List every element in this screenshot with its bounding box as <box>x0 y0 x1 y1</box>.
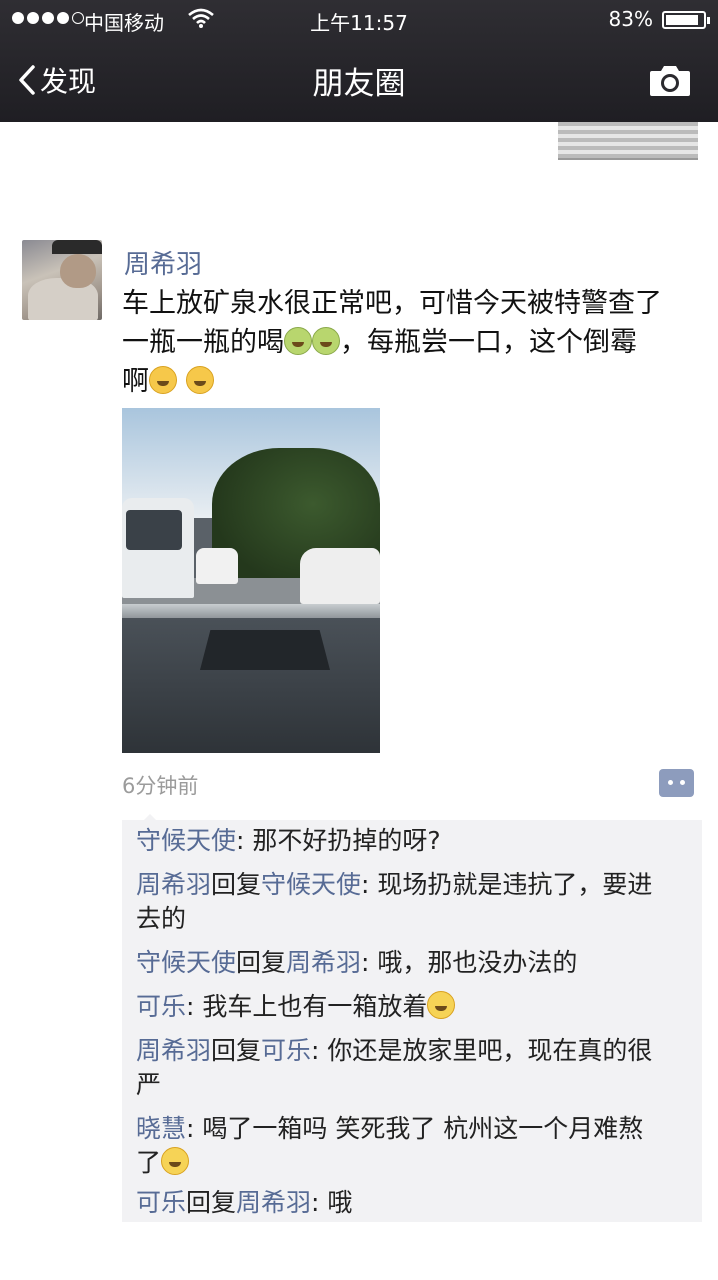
comment-text: : 那不好扔掉的呀? <box>236 826 441 855</box>
comment-author[interactable]: 可乐 <box>136 992 186 1021</box>
reply-target[interactable]: 周希羽 <box>236 1188 311 1217</box>
page-title: 朋友圈 <box>312 66 406 102</box>
reply-word: 回复 <box>236 948 287 977</box>
reply-target[interactable]: 周希羽 <box>286 948 361 977</box>
comment-text-continued: 了 <box>136 1148 162 1177</box>
grinning-emoji-icon <box>427 991 456 1019</box>
comment-text: : 我车上也有一箱放着 <box>186 992 428 1021</box>
reply-target[interactable]: 可乐 <box>261 1036 311 1065</box>
comment-row[interactable]: 守候天使: 那不好扔掉的呀? <box>136 824 692 858</box>
comment-row[interactable]: 可乐: 我车上也有一箱放着 <box>136 990 692 1024</box>
reply-target[interactable]: 守候天使 <box>261 870 361 899</box>
post-text-line: 一瓶一瓶的喝 ，每瓶尝一口，这个倒霉 <box>122 323 702 362</box>
post-text-fragment: 啊 <box>122 366 149 397</box>
status-bar: 中国移动 上午11:57 83% <box>0 6 718 35</box>
comment-text: : 喝了一箱吗 笑死我了 杭州这一个月难熬 <box>186 1114 644 1143</box>
comment-author[interactable]: 守候天使 <box>136 826 236 855</box>
comment-menu-button[interactable] <box>659 769 694 797</box>
post-author[interactable]: 周希羽 <box>124 244 202 281</box>
comment-author[interactable]: 周希羽 <box>136 870 211 899</box>
grinning-emoji-icon <box>161 1147 190 1175</box>
reply-word: 回复 <box>211 870 262 899</box>
comment-text: : 哦，那也没办法的 <box>361 948 578 977</box>
comment-row[interactable]: 周希羽回复可乐: 你还是放家里吧，现在真的很严 <box>136 1034 692 1102</box>
comment-author[interactable]: 可乐 <box>136 1188 186 1217</box>
comment-text-continued: 严 <box>136 1070 162 1099</box>
post-text-line: 啊 <box>122 362 702 401</box>
avatar[interactable] <box>22 240 102 320</box>
comment-author[interactable]: 守候天使 <box>136 948 236 977</box>
comment-text: : 你还是放家里吧，现在真的很 <box>311 1036 653 1065</box>
comment-text: : 现场扔就是违抗了，要进 <box>361 870 653 899</box>
reply-word: 回复 <box>211 1036 262 1065</box>
laughing-emoji-icon <box>149 366 177 394</box>
sick-face-emoji-icon <box>312 327 340 355</box>
navigation-bar: 发现 朋友圈 <box>0 56 718 106</box>
previous-post-image[interactable] <box>558 122 698 160</box>
comment-author[interactable]: 周希羽 <box>136 1036 211 1065</box>
camera-icon[interactable] <box>648 62 692 98</box>
sick-face-emoji-icon <box>284 327 312 355</box>
comment-row[interactable]: 守候天使回复周希羽: 哦，那也没办法的 <box>136 946 692 980</box>
comment-text: : 哦 <box>311 1188 353 1217</box>
post-text: 车上放矿泉水很正常吧，可惜今天被特警查了 一瓶一瓶的喝 ，每瓶尝一口，这个倒霉 啊 <box>122 284 702 401</box>
comment-row[interactable]: 周希羽回复守候天使: 现场扔就是违抗了，要进去的 <box>136 868 692 936</box>
comment-row[interactable]: 晓慧: 喝了一箱吗 笑死我了 杭州这一个月难熬了 <box>136 1112 692 1180</box>
battery-percentage: 83% <box>608 7 653 31</box>
post-timestamp: 6分钟前 <box>122 774 199 798</box>
comment-row[interactable]: 可乐回复周希羽: 哦 <box>136 1186 692 1220</box>
laughing-emoji-icon <box>185 366 214 394</box>
reply-word: 回复 <box>186 1188 237 1217</box>
post-text-fragment: 一瓶一瓶的喝 <box>122 327 284 358</box>
post-photo[interactable] <box>122 408 380 753</box>
post-text-line: 车上放矿泉水很正常吧，可惜今天被特警查了 <box>122 288 662 319</box>
comment-author[interactable]: 晓慧 <box>136 1114 186 1143</box>
battery-icon <box>662 11 710 29</box>
comment-text-continued: 去的 <box>136 904 187 933</box>
top-bar: 中国移动 上午11:57 83% 发现 朋友圈 <box>0 0 718 122</box>
comments-panel: 守候天使: 那不好扔掉的呀? 周希羽回复守候天使: 现场扔就是违抗了，要进 去的 … <box>122 814 702 1222</box>
post-text-fragment: ，每瓶尝一口，这个倒霉 <box>340 327 637 358</box>
